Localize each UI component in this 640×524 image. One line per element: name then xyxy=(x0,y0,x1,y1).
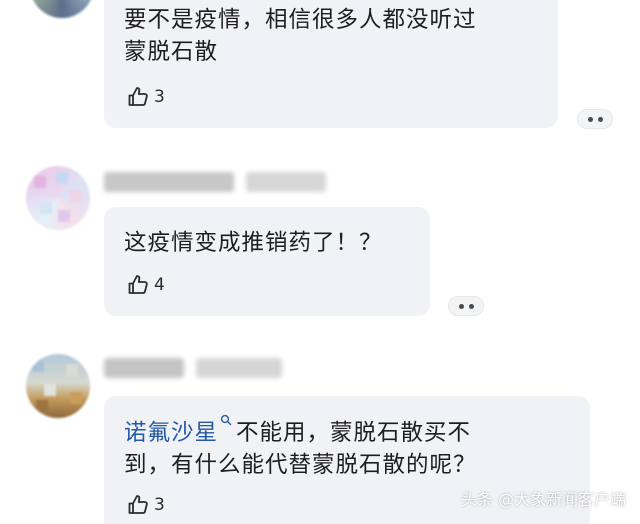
search-link-icon[interactable] xyxy=(220,414,232,426)
comment-text-line: 这疫情变成推销药了！？ xyxy=(124,230,383,256)
more-options-button[interactable] xyxy=(577,109,613,129)
like-button[interactable]: 4 xyxy=(126,272,165,298)
commenter-avatar[interactable] xyxy=(26,166,90,230)
mention-link[interactable]: 诺氟沙星 xyxy=(124,420,218,446)
thumbs-up-icon xyxy=(128,495,148,514)
like-count: 4 xyxy=(154,275,165,295)
comment-bubble: 要不是疫情，相信很多人都没听过 蒙脱石散 3 xyxy=(104,0,558,128)
like-count: 3 xyxy=(154,87,165,107)
like-button[interactable]: 3 xyxy=(126,492,165,518)
comment-text-line: 蒙脱石散 xyxy=(124,39,219,65)
comment-text: 这疫情变成推销药了！？ xyxy=(124,227,383,259)
comment-text-line: 要不是疫情，相信很多人都没听过 xyxy=(124,7,477,33)
more-dots-icon xyxy=(458,303,464,309)
more-options-button[interactable] xyxy=(448,296,484,316)
like-button[interactable]: 3 xyxy=(126,84,165,110)
comments-screen: 要不是疫情，相信很多人都没听过 蒙脱石散 3 这疫情变成推销药了！？ 4 诺氟沙… xyxy=(0,0,640,524)
blurred-username xyxy=(104,358,184,378)
watermark: 头条 @大象新闻客户端 xyxy=(460,490,626,509)
comment-text-line: 到，有什么能代替蒙脱石散的呢？ xyxy=(124,452,477,478)
thumbs-up-icon xyxy=(128,275,148,294)
thumbs-up-icon xyxy=(128,87,148,106)
blurred-username xyxy=(104,172,234,192)
comment-bubble: 这疫情变成推销药了！？ 4 xyxy=(104,207,430,316)
comment-text-line: 不能用，蒙脱石散买不 xyxy=(236,420,472,446)
blurred-meta xyxy=(196,358,282,378)
like-count: 3 xyxy=(154,495,165,515)
comment-text: 诺氟沙星 不能用，蒙脱石散买不 到，有什么能代替蒙脱石散的呢？ xyxy=(124,414,477,481)
commenter-avatar[interactable] xyxy=(26,354,90,418)
blurred-meta xyxy=(246,172,326,192)
more-dots-icon xyxy=(587,116,593,122)
commenter-avatar[interactable] xyxy=(30,0,94,18)
comment-text: 要不是疫情，相信很多人都没听过 蒙脱石散 xyxy=(124,4,477,68)
